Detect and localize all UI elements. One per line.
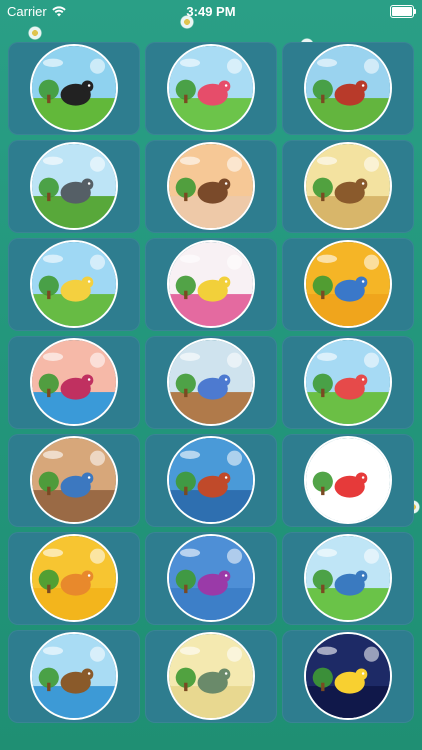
thumbnail-illustration	[306, 536, 390, 620]
numbers-girl-icon	[304, 436, 392, 524]
thumbnail-illustration	[169, 340, 253, 424]
thumbnail-illustration	[32, 438, 116, 522]
flower-decoration-icon	[28, 26, 42, 40]
rhyme-tile[interactable]	[145, 434, 277, 527]
cat-icon	[30, 534, 118, 622]
rhyme-tile[interactable]	[282, 238, 414, 331]
thumbnail-illustration	[169, 242, 253, 326]
row-boat-icon	[30, 632, 118, 720]
grandfather-clock-mouse-icon	[304, 142, 392, 230]
elephant-ride-icon	[30, 142, 118, 230]
rhyme-tile[interactable]	[145, 42, 277, 135]
kids-playground-icon	[167, 44, 255, 132]
rhyme-tile[interactable]	[8, 630, 140, 723]
thumbnail-illustration	[32, 144, 116, 228]
rhyme-tile[interactable]	[282, 336, 414, 429]
status-time: 3:49 PM	[186, 4, 236, 19]
battery-icon	[390, 5, 416, 18]
monkeys-on-bed-icon	[167, 142, 255, 230]
rhyme-tile[interactable]	[282, 140, 414, 233]
itsy-bitsy-spider-icon	[30, 338, 118, 426]
thumbnail-illustration	[32, 46, 116, 130]
rhyme-tile[interactable]	[282, 630, 414, 723]
jack-and-jill-icon	[304, 338, 392, 426]
rhyme-tile[interactable]	[145, 140, 277, 233]
kitchen-kids-icon	[30, 436, 118, 524]
rhyme-tile[interactable]	[145, 630, 277, 723]
thumbnail-illustration	[169, 536, 253, 620]
thumbnail-illustration	[32, 242, 116, 326]
twinkle-star-icon	[304, 632, 392, 720]
rhyme-tile[interactable]	[282, 434, 414, 527]
rhyme-tile[interactable]	[8, 238, 140, 331]
rhyme-tile[interactable]	[8, 42, 140, 135]
status-bar: Carrier 3:49 PM	[0, 0, 422, 22]
umbrella-girl-icon	[167, 534, 255, 622]
thumbnail-illustration	[306, 144, 390, 228]
rhyme-tile[interactable]	[145, 238, 277, 331]
flower-decoration-icon	[180, 15, 194, 29]
thumbnail-illustration	[306, 438, 390, 522]
thumbnail-illustration	[306, 340, 390, 424]
black-sheep-icon	[30, 44, 118, 132]
duck-garden-icon	[30, 240, 118, 328]
thumbnail-illustration	[169, 634, 253, 718]
rhyme-tile[interactable]	[145, 532, 277, 625]
rhyme-tile[interactable]	[8, 336, 140, 429]
rhyme-tile[interactable]	[282, 42, 414, 135]
teddy-in-bed-icon	[167, 338, 255, 426]
thumbnail-illustration	[169, 46, 253, 130]
thumbnail-illustration	[32, 340, 116, 424]
thumbnail-illustration	[169, 144, 253, 228]
thumbnail-illustration	[32, 536, 116, 620]
thumbnail-illustration	[306, 46, 390, 130]
kids-park-icon	[304, 534, 392, 622]
farm-barn-icon	[304, 44, 392, 132]
nursery-rhymes-grid	[8, 42, 414, 723]
rhyme-tile[interactable]	[8, 434, 140, 527]
thumbnail-illustration	[32, 634, 116, 718]
rhyme-tile[interactable]	[8, 140, 140, 233]
teapot-icon	[167, 240, 255, 328]
rhyme-tile[interactable]	[282, 532, 414, 625]
kids-waving-icon	[304, 240, 392, 328]
babies-sleeping-icon	[167, 632, 255, 720]
thumbnail-illustration	[169, 438, 253, 522]
thumbnail-illustration	[306, 634, 390, 718]
thumbnail-illustration	[306, 242, 390, 326]
rhyme-tile[interactable]	[145, 336, 277, 429]
rhyme-tile[interactable]	[8, 532, 140, 625]
london-bridge-icon	[167, 436, 255, 524]
